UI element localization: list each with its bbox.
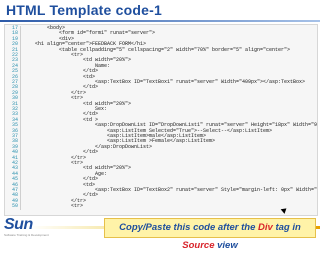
logo-subtext: Software Training & Development <box>4 233 49 237</box>
instruction-text-2: tag in <box>272 222 301 233</box>
instruction-copy-paste: Copy/Paste <box>119 222 171 233</box>
instruction-text-3: view <box>214 240 238 251</box>
instruction-div: Div <box>258 222 273 233</box>
logo: Sun <box>4 216 33 233</box>
slide-title: HTML Template code-1 <box>6 2 162 18</box>
title-divider <box>0 20 320 22</box>
instruction-banner: Copy/Paste this code after the Div tag i… <box>104 218 316 251</box>
instruction-source: Source <box>182 240 215 251</box>
code-editor[interactable]: 17 <body> 18 <form id="form1" runat="serv… <box>4 24 318 216</box>
instruction-text-1: this code after the <box>170 222 259 233</box>
line-number: 50 <box>5 203 21 210</box>
code-text: <tr> <box>23 203 84 210</box>
code-line[interactable]: 50 <tr> <box>5 203 317 210</box>
